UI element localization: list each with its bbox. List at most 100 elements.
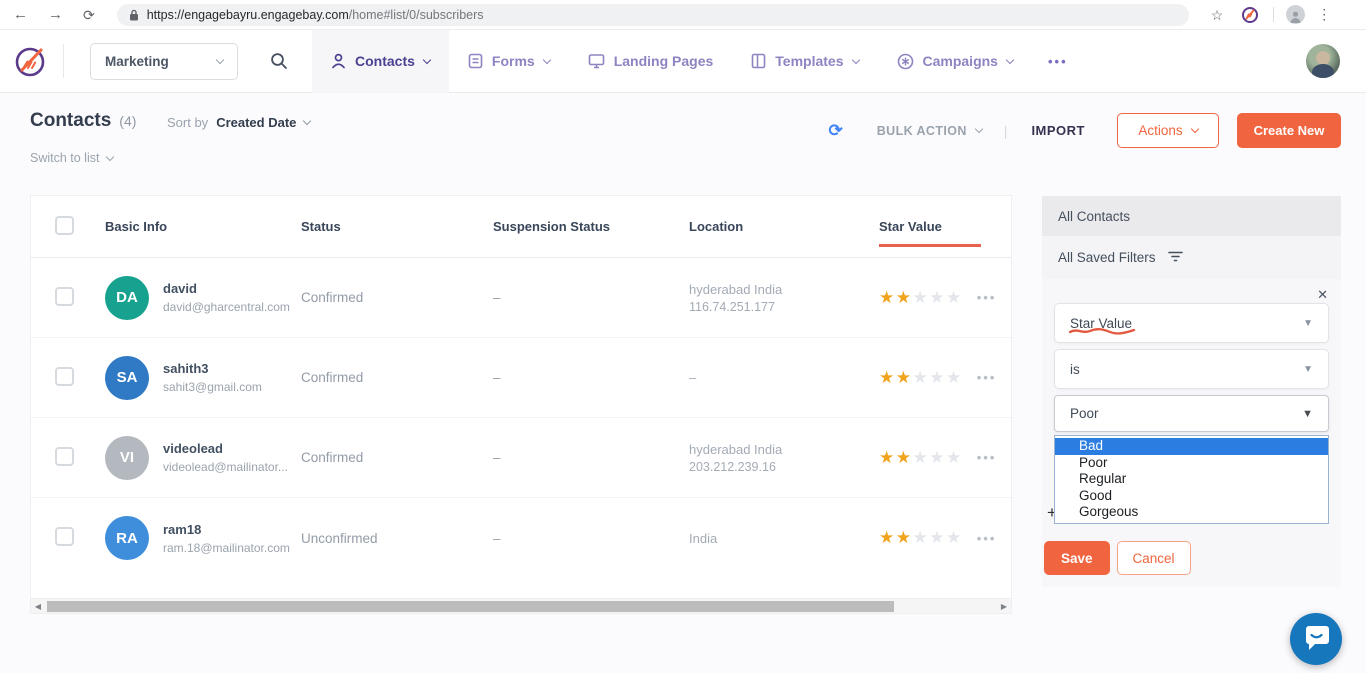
filter-field-select[interactable]: Star Value ▼ bbox=[1054, 303, 1329, 343]
campaign-icon bbox=[897, 53, 914, 70]
chat-widget-button[interactable] bbox=[1290, 613, 1342, 665]
all-saved-filters-tab[interactable]: All Saved Filters bbox=[1042, 236, 1341, 279]
url-bar[interactable]: https://engagebayru.engagebay.com/home#l… bbox=[117, 4, 1189, 26]
browser-forward-icon[interactable]: → bbox=[48, 7, 63, 22]
nav-label: Contacts bbox=[355, 53, 415, 69]
column-status[interactable]: Status bbox=[301, 219, 493, 234]
star-empty-icon: ★ bbox=[946, 528, 963, 547]
chevron-down-icon bbox=[303, 117, 311, 125]
nav-item-landing-pages[interactable]: Landing Pages bbox=[569, 30, 733, 93]
nav-item-campaigns[interactable]: Campaigns bbox=[878, 30, 1032, 93]
row-menu-icon[interactable]: ••• bbox=[977, 531, 997, 546]
row-checkbox[interactable] bbox=[55, 527, 74, 546]
column-basic-info[interactable]: Basic Info bbox=[105, 219, 301, 234]
extension-icon[interactable] bbox=[1241, 6, 1259, 24]
column-location[interactable]: Location bbox=[689, 219, 879, 234]
column-star-value[interactable]: Star Value bbox=[879, 219, 942, 234]
contact-location: India bbox=[689, 531, 879, 546]
browser-profile-icon[interactable] bbox=[1286, 5, 1305, 24]
close-icon[interactable]: ✕ bbox=[1317, 287, 1328, 303]
star-rating[interactable]: ★★★★★ bbox=[879, 288, 963, 308]
star-empty-icon: ★ bbox=[946, 448, 963, 467]
row-menu-icon[interactable]: ••• bbox=[977, 290, 997, 305]
save-button[interactable]: Save bbox=[1044, 541, 1110, 575]
select-all-checkbox[interactable] bbox=[55, 216, 74, 235]
dropdown-option[interactable]: Regular bbox=[1055, 471, 1328, 488]
chevron-down-icon bbox=[423, 55, 431, 63]
avatar: VI bbox=[105, 436, 149, 480]
cancel-button[interactable]: Cancel bbox=[1117, 541, 1191, 575]
bulk-action-label: BULK ACTION bbox=[877, 124, 967, 138]
actions-button[interactable]: Actions bbox=[1117, 113, 1219, 148]
nav-more-icon[interactable]: ••• bbox=[1048, 54, 1068, 69]
search-icon[interactable] bbox=[270, 52, 288, 70]
nav-label: Campaigns bbox=[923, 53, 998, 69]
nav-item-forms[interactable]: Forms bbox=[449, 30, 569, 93]
contact-email: ram.18@mailinator.com bbox=[163, 541, 290, 555]
contact-name[interactable]: ram18 bbox=[163, 522, 290, 537]
dropdown-option[interactable]: Gorgeous bbox=[1055, 504, 1328, 521]
contact-name[interactable]: videolead bbox=[163, 441, 288, 456]
nav-item-templates[interactable]: Templates bbox=[732, 30, 877, 93]
scroll-right-icon[interactable]: ▶ bbox=[997, 602, 1011, 611]
star-rating[interactable]: ★★★★★ bbox=[879, 528, 963, 548]
sort-control[interactable]: Sort by Created Date bbox=[167, 115, 310, 130]
engagebay-logo-icon[interactable] bbox=[13, 43, 49, 79]
row-menu-icon[interactable]: ••• bbox=[977, 450, 997, 465]
browser-back-icon[interactable]: ← bbox=[13, 7, 28, 22]
contact-name[interactable]: david bbox=[163, 281, 290, 296]
scrollbar-thumb[interactable] bbox=[47, 601, 894, 612]
suspension-status: – bbox=[493, 450, 689, 465]
user-avatar[interactable] bbox=[1306, 44, 1340, 78]
dropdown-option[interactable]: Poor bbox=[1055, 455, 1328, 472]
row-checkbox[interactable] bbox=[55, 447, 74, 466]
suspension-status: – bbox=[493, 370, 689, 385]
filter-operator-value: is bbox=[1070, 362, 1080, 377]
chevron-down-icon bbox=[851, 55, 859, 63]
dropdown-option-list: BadPoorRegularGoodGorgeous bbox=[1054, 435, 1329, 524]
horizontal-scrollbar[interactable]: ◀ ▶ bbox=[31, 598, 1011, 613]
dropdown-option[interactable]: Good bbox=[1055, 488, 1328, 505]
contact-email: videolead@mailinator... bbox=[163, 460, 288, 474]
star-rating[interactable]: ★★★★★ bbox=[879, 368, 963, 388]
filter-operator-select[interactable]: is ▼ bbox=[1054, 349, 1329, 389]
contact-name[interactable]: sahith3 bbox=[163, 361, 262, 376]
all-contacts-tab[interactable]: All Contacts bbox=[1042, 196, 1341, 236]
nav-label: Forms bbox=[492, 53, 535, 69]
table-row[interactable]: DA david david@gharcentral.com Confirmed… bbox=[31, 258, 1011, 338]
filter-value-select[interactable]: Poor ▼ bbox=[1054, 395, 1329, 432]
avatar: SA bbox=[105, 356, 149, 400]
table-row[interactable]: VI videolead videolead@mailinator... Con… bbox=[31, 418, 1011, 498]
switch-to-list-button[interactable]: Switch to list bbox=[30, 151, 113, 165]
create-new-button[interactable]: Create New bbox=[1237, 113, 1341, 148]
star-filled-icon: ★ bbox=[896, 448, 913, 467]
bookmark-star-icon[interactable]: ☆ bbox=[1211, 8, 1224, 22]
star-empty-icon: ★ bbox=[913, 368, 930, 387]
scroll-left-icon[interactable]: ◀ bbox=[31, 602, 45, 611]
column-suspension-status[interactable]: Suspension Status bbox=[493, 219, 689, 234]
avatar: DA bbox=[105, 276, 149, 320]
browser-reload-icon[interactable]: ⟳ bbox=[83, 8, 95, 22]
contact-location: hyderabad India116.74.251.177 bbox=[689, 282, 879, 314]
nav-label: Templates bbox=[775, 53, 843, 69]
table-row[interactable]: SA sahith3 sahit3@gmail.com Confirmed – … bbox=[31, 338, 1011, 418]
table-row[interactable]: RA ram18 ram.18@mailinator.com Unconfirm… bbox=[31, 498, 1011, 578]
bulk-action-button[interactable]: BULK ACTION bbox=[877, 124, 982, 138]
app-navbar: Marketing Contacts Forms Landing Pages bbox=[0, 30, 1366, 93]
nav-item-contacts[interactable]: Contacts bbox=[312, 30, 449, 93]
star-filled-icon: ★ bbox=[879, 368, 896, 387]
import-button[interactable]: IMPORT bbox=[1031, 123, 1085, 138]
dropdown-option[interactable]: Bad bbox=[1055, 438, 1328, 455]
sort-value[interactable]: Created Date bbox=[216, 115, 296, 130]
workspace-selector[interactable]: Marketing bbox=[90, 43, 238, 80]
row-checkbox[interactable] bbox=[55, 367, 74, 386]
contacts-table: Basic Info Status Suspension Status Loca… bbox=[30, 195, 1012, 614]
star-rating[interactable]: ★★★★★ bbox=[879, 448, 963, 468]
template-columns-icon bbox=[751, 53, 766, 69]
row-checkbox[interactable] bbox=[55, 287, 74, 306]
star-empty-icon: ★ bbox=[913, 448, 930, 467]
refresh-icon[interactable]: ⟳ bbox=[829, 121, 843, 141]
filter-editor: ✕ Star Value ▼ is ▼ Poor ▼ BadPoorRegula… bbox=[1042, 279, 1341, 587]
row-menu-icon[interactable]: ••• bbox=[977, 370, 997, 385]
browser-menu-icon[interactable]: ⋮ bbox=[1317, 6, 1331, 23]
